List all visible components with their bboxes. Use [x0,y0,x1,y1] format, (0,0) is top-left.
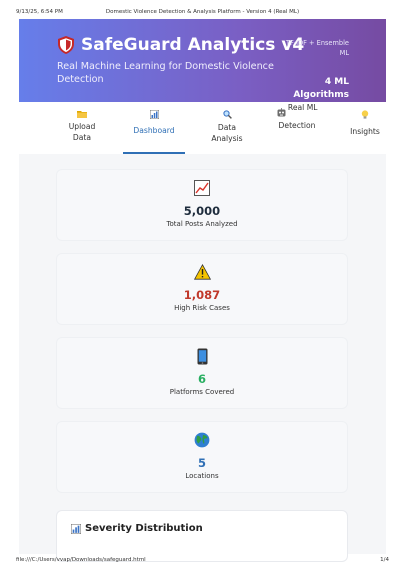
stat-value: 6 [197,372,206,386]
magnifier-icon [205,110,249,122]
robot-icon [277,108,286,120]
ml-method-label: TF-IDF + Ensemble ML [285,39,349,57]
tab-real-ml-detection[interactable]: Real ML Detection [273,102,321,154]
lightbulb-icon [347,110,383,123]
stat-label: Locations [185,472,219,480]
folder-icon [59,110,105,121]
severity-distribution-title: Severity Distribution [85,523,203,534]
stat-value: 1,087 [183,288,221,302]
app-subtitle: Real Machine Learning for Domestic Viole… [57,61,274,85]
severity-distribution-panel: Severity Distribution [57,511,347,561]
stat-label: Platforms Covered [169,388,235,396]
bar-chart-icon [71,523,81,534]
print-header: 9/13/25, 6:54 PM Domestic Violence Detec… [0,6,405,18]
chart-trend-icon [194,180,210,196]
tab-upload-data[interactable]: Upload Data [59,102,105,154]
stat-value: 5,000 [183,204,221,218]
stat-card-locations: 5 Locations [57,422,347,492]
stat-label: Total Posts Analyzed [166,220,238,228]
tab-insights-label: Insights [350,127,380,136]
tab-dashboard[interactable]: Dashboard [123,102,185,154]
stat-value: 5 [197,456,206,470]
print-page-number: 1/4 [380,557,389,563]
warning-icon [193,264,211,280]
globe-icon [194,432,210,448]
phone-icon [197,348,207,365]
shield-icon [58,36,74,54]
tab-insights[interactable]: Insights [347,102,383,154]
tab-bar: Upload Data Dashboard Data Analysis Real… [19,102,386,155]
stat-label: High Risk Cases [174,304,230,312]
stat-card-platforms: 6 Platforms Covered [57,338,347,408]
bar-chart-icon [123,109,185,122]
print-footer: file:///C:/Users/vvap/Downloads/safeguar… [0,555,405,567]
tab-dashboard-label: Dashboard [133,126,175,135]
tab-data-analysis[interactable]: Data Analysis [205,102,249,154]
algorithm-count: 4 ML Algorithms [293,77,349,100]
stat-card-high-risk: 1,087 High Risk Cases [57,254,347,324]
dashboard-content: 5,000 Total Posts Analyzed 1,087 High Ri… [19,154,386,561]
header-banner: SafeGuard Analytics v4 Real Machine Lear… [19,19,386,102]
app-title: SafeGuard Analytics v4 [81,35,305,55]
print-file-url: file:///C:/Users/vvap/Downloads/safeguar… [16,557,146,563]
tab-upload-data-label: Upload Data [68,122,96,142]
stat-card-total-posts: 5,000 Total Posts Analyzed [57,170,347,240]
print-page-title: Domestic Violence Detection & Analysis P… [105,9,300,15]
tab-data-analysis-label: Data Analysis [211,123,243,143]
